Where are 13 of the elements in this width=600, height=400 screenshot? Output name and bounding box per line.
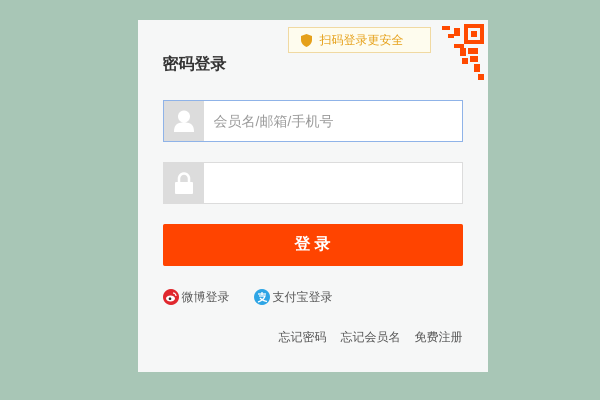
login-title: 密码登录 [162,54,228,75]
password-field[interactable] [162,162,462,204]
weibo-login-link[interactable]: 微博登录 [162,288,230,306]
username-field[interactable]: 会员名/邮箱/手机号 [162,100,462,142]
user-icon [174,110,194,132]
alipay-login-link[interactable]: 支付宝登录 [254,288,332,306]
qr-tip: 扫码登录更安全 [288,27,430,53]
footer-link[interactable]: 免费注册 [414,328,462,346]
footer-link[interactable]: 忘记密码 [278,328,326,346]
shield-icon [300,34,312,46]
qr-code-icon[interactable] [440,24,484,80]
lock-icon [174,172,192,194]
footer-link[interactable]: 忘记会员名 [340,328,400,346]
